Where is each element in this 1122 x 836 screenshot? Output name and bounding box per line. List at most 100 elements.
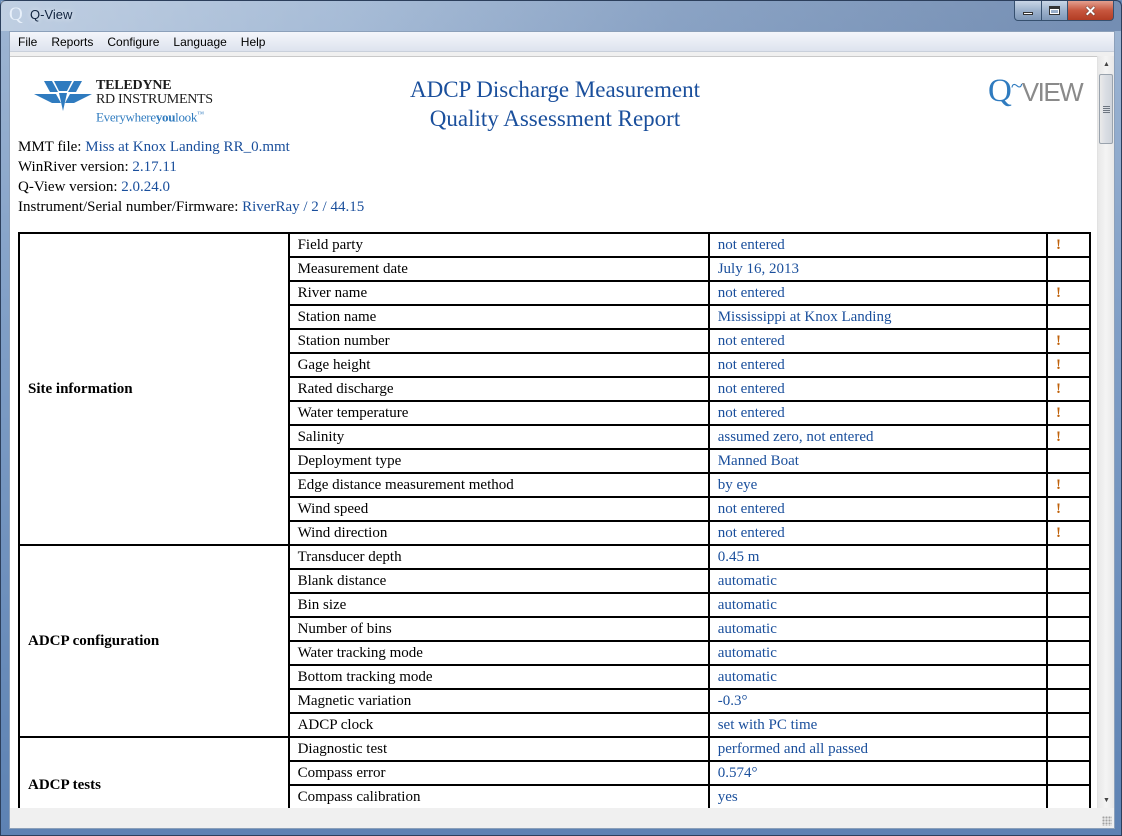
scroll-down-arrow-icon[interactable]: ▼ [1098, 792, 1115, 809]
row-value: not entered [707, 400, 1049, 426]
row-label: Compass calibration [287, 784, 710, 809]
client-area: File Reports Configure Language Help TEL… [9, 31, 1115, 829]
row-label: Rated discharge [287, 376, 710, 402]
row-value: not entered [707, 280, 1049, 306]
meta-label: MMT file: [18, 139, 86, 155]
row-label: Station number [287, 328, 710, 354]
window-title: Q-View [30, 7, 73, 22]
trademark-mark: ™ [197, 110, 204, 118]
logo-tagline: Everywhereyoulook™ [96, 107, 213, 124]
flag-cell [1046, 712, 1091, 738]
q-view-version-value: 2.0.24.0 [121, 179, 170, 195]
teledyne-logo: TELEDYNE RD INSTRUMENTS Everywhereyouloo… [34, 79, 224, 127]
row-label: Field party [287, 232, 710, 258]
flag-cell [1046, 736, 1091, 762]
row-label: Transducer depth [287, 544, 710, 570]
maximize-icon [1049, 6, 1060, 15]
row-value: yes [707, 784, 1049, 809]
row-value: automatic [707, 592, 1049, 618]
row-value: Manned Boat [707, 448, 1049, 474]
meta-label: Q-View version: [18, 179, 122, 195]
row-value: not entered [707, 520, 1049, 546]
mmt-file-line: MMT file: Miss at Knox Landing RR_0.mmt [18, 137, 364, 157]
meta-label: Instrument/Serial number/Firmware: [18, 199, 243, 215]
q-view-logo-tilde: ~ [1010, 73, 1023, 98]
row-label: Blank distance [287, 568, 710, 594]
winriver-version-value: 2.17.11 [132, 159, 177, 175]
grip-icon [1102, 105, 1110, 113]
close-icon: ✕ [1084, 2, 1097, 19]
row-label: Bottom tracking mode [287, 664, 710, 690]
warning-flag-icon: ! [1046, 496, 1091, 522]
window-controls: ✕ [1014, 1, 1114, 21]
quality-assessment-table: Site information Field party not entered! M… [18, 232, 1091, 809]
flag-cell [1046, 304, 1091, 330]
tagline-part: look [175, 109, 198, 125]
row-value: 0.574° [707, 760, 1049, 786]
row-label: Water tracking mode [287, 640, 710, 666]
flag-cell [1046, 568, 1091, 594]
row-value: not entered [707, 232, 1049, 258]
row-value: automatic [707, 616, 1049, 642]
warning-flag-icon: ! [1046, 352, 1091, 378]
flag-cell [1046, 256, 1091, 282]
resize-grip-icon[interactable] [1102, 816, 1112, 826]
row-label: Diagnostic test [287, 736, 710, 762]
maximize-button[interactable] [1042, 1, 1068, 21]
close-button[interactable]: ✕ [1068, 1, 1114, 21]
teledyne-logo-text: TELEDYNE RD INSTRUMENTS Everywhereyouloo… [96, 79, 213, 124]
q-view-logo-text: VIEW [1021, 77, 1084, 107]
scroll-thumb[interactable] [1099, 74, 1113, 144]
section-category: Site information [18, 232, 290, 546]
report-title-line2: Quality Assessment Report [429, 106, 681, 131]
q-view-version-line: Q-View version: 2.0.24.0 [18, 177, 364, 197]
logo-line-teledyne: TELEDYNE [96, 78, 172, 93]
row-label: Wind direction [287, 520, 710, 546]
instrument-line: Instrument/Serial number/Firmware: River… [18, 197, 364, 217]
warning-flag-icon: ! [1046, 472, 1091, 498]
q-view-logo: Q~VIEW [988, 73, 1084, 110]
flag-cell [1046, 688, 1091, 714]
measurement-metadata: MMT file: Miss at Knox Landing RR_0.mmt … [18, 137, 364, 217]
status-bar [10, 808, 1114, 828]
row-value: 0.45 m [707, 544, 1049, 570]
row-value: not entered [707, 376, 1049, 402]
menu-reports[interactable]: Reports [44, 32, 100, 52]
row-label: Deployment type [287, 448, 710, 474]
menu-help[interactable]: Help [234, 32, 273, 52]
report-view[interactable]: TELEDYNE RD INSTRUMENTS Everywhereyouloo… [10, 56, 1099, 809]
logo-line-rd-instruments: RD INSTRUMENTS [96, 92, 213, 107]
flag-cell [1046, 664, 1091, 690]
row-label: Measurement date [287, 256, 710, 282]
row-label: Station name [287, 304, 710, 330]
row-label: ADCP clock [287, 712, 710, 738]
row-value: not entered [707, 496, 1049, 522]
menu-language[interactable]: Language [166, 32, 233, 52]
row-label: Compass error [287, 760, 710, 786]
row-value: assumed zero, not entered [707, 424, 1049, 450]
report-title-line1: ADCP Discharge Measurement [410, 77, 700, 102]
warning-flag-icon: ! [1046, 520, 1091, 546]
row-label: Wind speed [287, 496, 710, 522]
warning-flag-icon: ! [1046, 424, 1091, 450]
vertical-scrollbar[interactable]: ▲ ▼ [1097, 56, 1114, 809]
table-row: Site information Field party not entered! [18, 232, 1091, 546]
scroll-up-arrow-icon[interactable]: ▲ [1098, 56, 1115, 73]
instrument-value: RiverRay / 2 / 44.15 [242, 199, 365, 215]
tagline-part-bold: you [155, 109, 176, 125]
menu-file[interactable]: File [10, 32, 44, 52]
q-view-app-icon[interactable]: Q [9, 5, 27, 25]
menu-bar: File Reports Configure Language Help [10, 32, 1114, 52]
menu-configure[interactable]: Configure [100, 32, 166, 52]
table-row: ADCP tests Diagnostic test performed and a… [18, 736, 1091, 809]
warning-flag-icon: ! [1046, 328, 1091, 354]
title-bar[interactable]: Q Q-View ✕ [1, 1, 1121, 31]
row-label: Gage height [287, 352, 710, 378]
row-value: not entered [707, 352, 1049, 378]
table-row: ADCP configuration Transducer depth 0.45 m [18, 544, 1091, 738]
row-value: automatic [707, 568, 1049, 594]
minimize-button[interactable] [1014, 1, 1042, 21]
row-value: performed and all passed [707, 736, 1049, 762]
warning-flag-icon: ! [1046, 280, 1091, 306]
row-value: not entered [707, 328, 1049, 354]
